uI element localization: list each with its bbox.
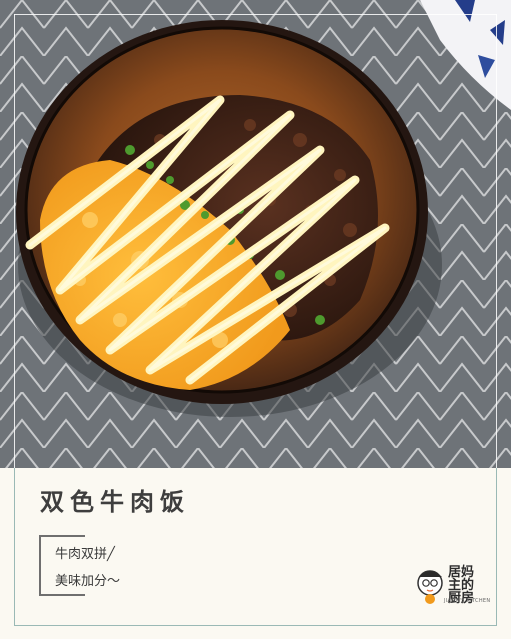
- rice-bowl-illustration: [0, 0, 511, 468]
- tagline-line-1: 牛肉双拼╱: [55, 547, 115, 562]
- card-border: [14, 468, 15, 626]
- frame-line: [14, 14, 497, 15]
- card-border: [14, 625, 497, 626]
- tagline-line-2: 美味加分～: [55, 574, 121, 589]
- food-photo: [0, 0, 511, 468]
- logo-subtitle: JIAMA'S KITCHEN: [444, 598, 491, 604]
- dish-title: 双色牛肉饭: [40, 487, 190, 516]
- card-border: [496, 468, 497, 626]
